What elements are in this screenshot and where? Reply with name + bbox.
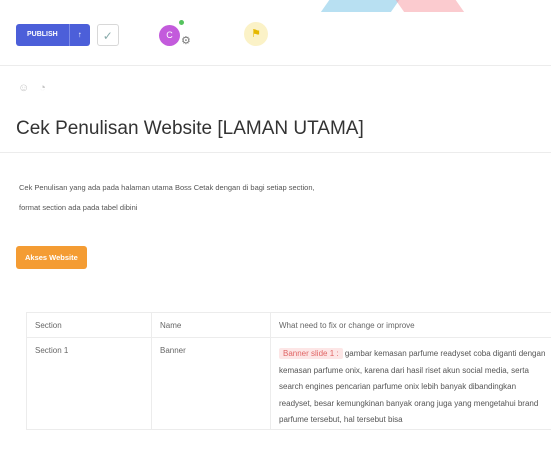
title-divider (0, 152, 551, 153)
cell-improve[interactable]: Banner slide 1 : gambar kemasan parfume … (270, 337, 551, 430)
check-icon[interactable]: ✓ (96, 24, 119, 46)
publish-button[interactable]: PUBLISH (16, 24, 69, 46)
description-line-2: format section ada pada tabel dibini (19, 203, 138, 212)
improve-body: gambar kemasan parfume readyset coba dig… (279, 349, 546, 424)
improve-text: Banner slide 1 : gambar kemasan parfume … (279, 346, 547, 429)
toolbar-divider (0, 65, 551, 66)
publish-group: PUBLISH ↑ (16, 24, 90, 46)
banner-tag: Banner slide 1 : (279, 348, 343, 359)
gear-icon[interactable]: ⚙ (181, 34, 191, 47)
flag-icon[interactable]: ⚑ (244, 22, 268, 46)
header-section: Section (26, 312, 152, 338)
page-emoji-icon[interactable]: ☺ (18, 82, 29, 94)
online-status-icon (179, 20, 184, 25)
cell-section[interactable]: Section 1 (26, 337, 152, 430)
access-website-button[interactable]: Akses Website (16, 246, 87, 269)
cell-name[interactable]: Banner (151, 337, 271, 430)
toolbar: PUBLISH ↑ ✓ (16, 20, 119, 50)
header-improve: What need to fix or change or improve (270, 312, 551, 338)
table-row: Section 1 Banner Banner slide 1 : gambar… (26, 337, 551, 430)
decor-stripe-pink (385, 0, 465, 12)
page-icons: ☺ ◔ (18, 82, 46, 94)
header-name: Name (151, 312, 271, 338)
top-decoration (0, 0, 551, 22)
description-line-1: Cek Penulisan yang ada pada halaman utam… (19, 183, 315, 192)
page-description: Cek Penulisan yang ada pada halaman utam… (19, 178, 315, 218)
publish-dropdown-icon[interactable]: ↑ (68, 24, 90, 46)
table-header-row: Section Name What need to fix or change … (26, 312, 551, 338)
page-cover-icon[interactable]: ◔ (39, 82, 46, 94)
improvement-table: Section Name What need to fix or change … (26, 312, 551, 430)
decor-stripe-blue (320, 0, 410, 12)
page-title: Cek Penulisan Website [LAMAN UTAMA] (16, 118, 364, 139)
avatar[interactable]: C (159, 25, 180, 46)
